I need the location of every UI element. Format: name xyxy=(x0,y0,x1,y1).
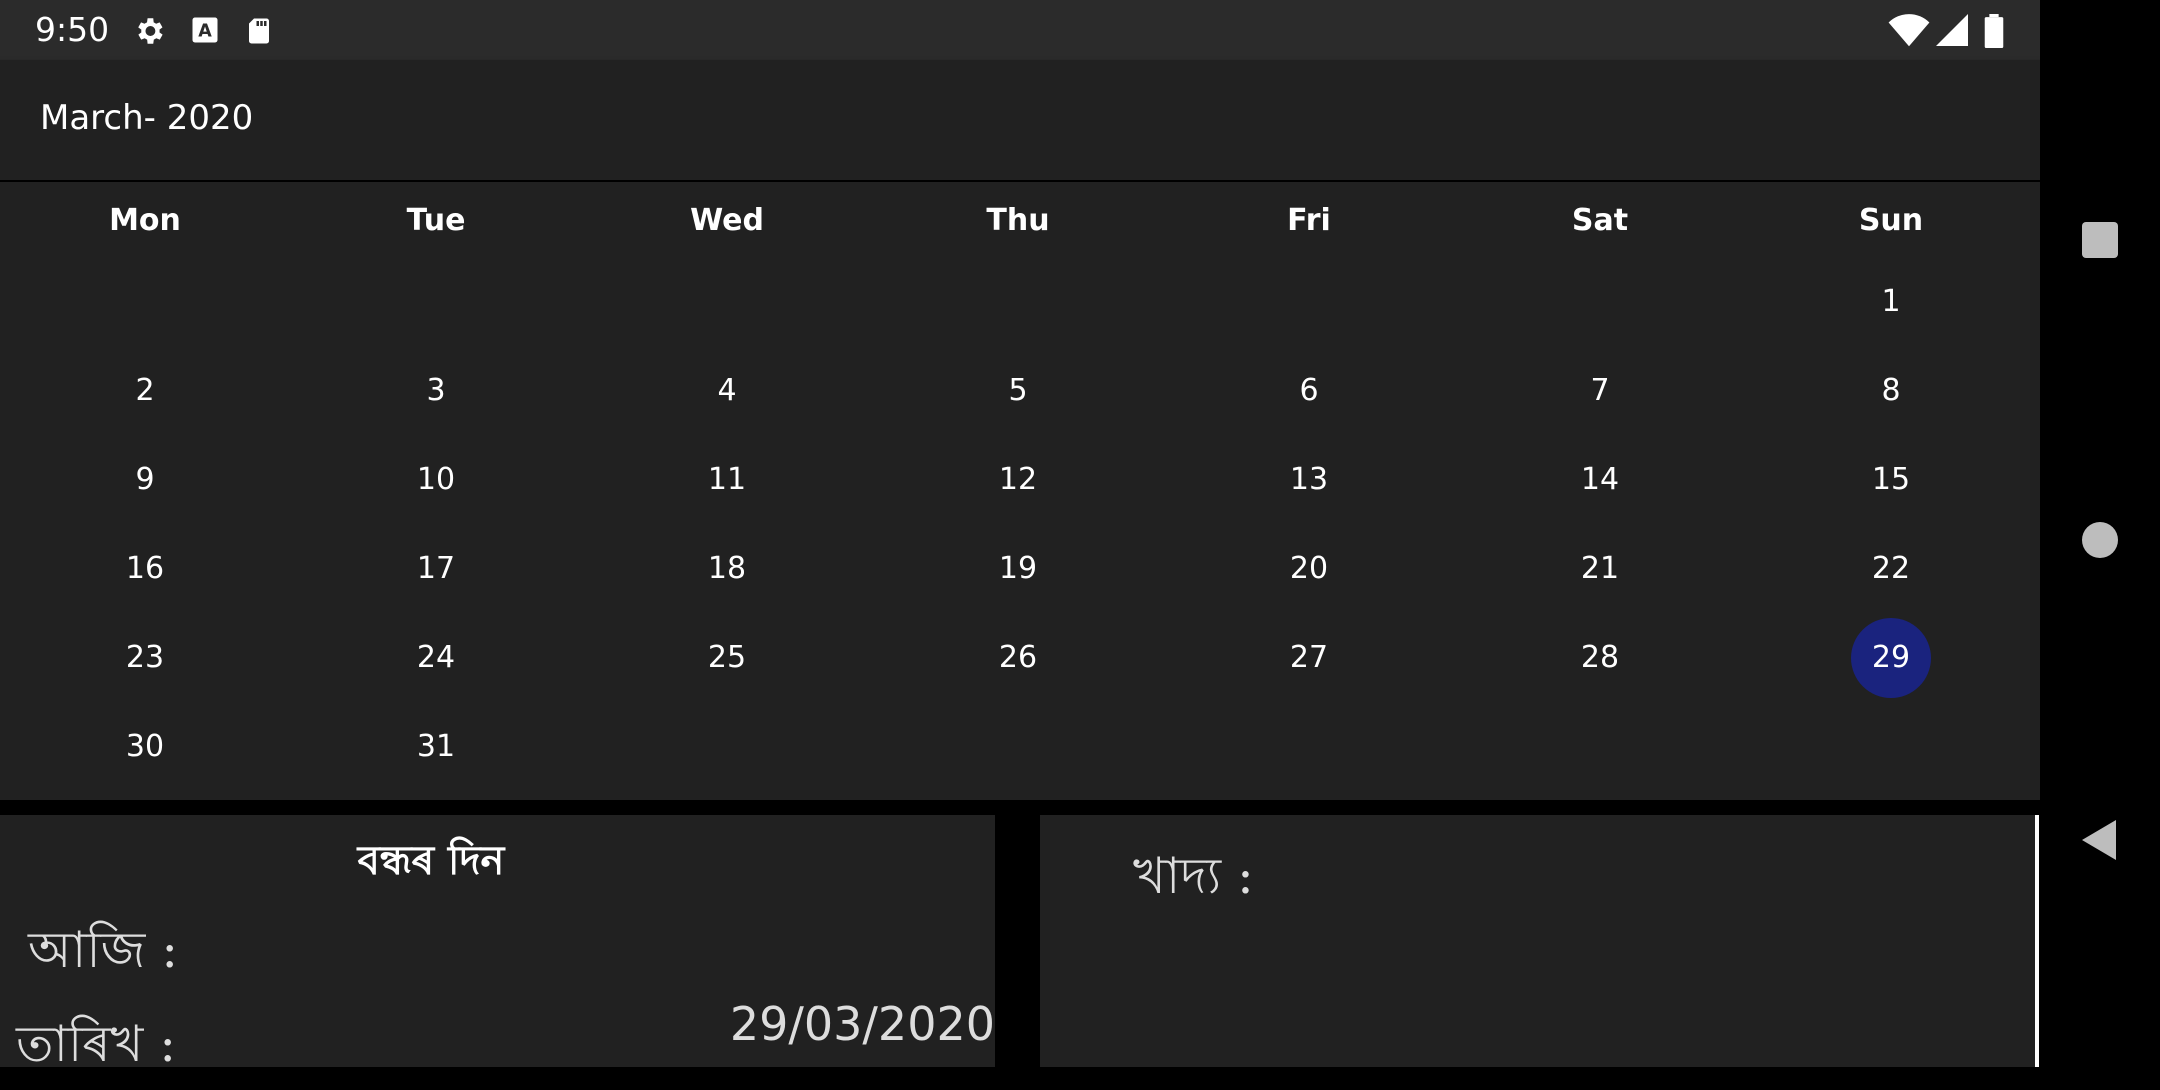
day-cell-15[interactable]: 15 xyxy=(1746,440,2037,520)
holiday-panel-title: বন্ধৰ দিন xyxy=(357,837,505,884)
day-cell-10[interactable]: 10 xyxy=(291,440,582,520)
holiday-panel: বন্ধৰ দিন আজি : তাৰিখ : 29/03/2020 xyxy=(0,815,995,1073)
food-panel: খাদ্য : xyxy=(1040,815,2039,1067)
day-cell-20[interactable]: 20 xyxy=(1164,529,1455,609)
day-cell-21[interactable]: 21 xyxy=(1455,529,1746,609)
day-cell-8[interactable]: 8 xyxy=(1746,351,2037,431)
svg-text:A: A xyxy=(198,21,212,41)
recent-apps-icon[interactable] xyxy=(2040,220,2160,260)
app-toolbar: March- 2020 xyxy=(0,60,2040,180)
date-label: তাৰিখ : xyxy=(16,1015,177,1073)
date-value: 29/03/2020 xyxy=(729,997,995,1051)
day-cell-1[interactable]: 1 xyxy=(1746,262,2037,342)
wifi-icon xyxy=(1888,14,1930,52)
today-label: আজি : xyxy=(28,921,179,979)
weekday-header-mon: Mon xyxy=(109,203,181,238)
day-cell-16[interactable]: 16 xyxy=(0,529,291,609)
day-cell-13[interactable]: 13 xyxy=(1164,440,1455,520)
day-cell-12[interactable]: 12 xyxy=(873,440,1164,520)
weekday-header-fri: Fri xyxy=(1287,203,1331,238)
day-cell-27[interactable]: 27 xyxy=(1164,618,1455,698)
day-cell-24[interactable]: 24 xyxy=(291,618,582,698)
day-cell-28[interactable]: 28 xyxy=(1455,618,1746,698)
day-cell-4[interactable]: 4 xyxy=(582,351,873,431)
home-icon[interactable] xyxy=(2040,520,2160,560)
back-icon[interactable] xyxy=(2040,818,2160,862)
sd-card-icon xyxy=(244,14,274,52)
day-cell-14[interactable]: 14 xyxy=(1455,440,1746,520)
keyboard-a-icon: A xyxy=(190,14,220,50)
day-cell-3[interactable]: 3 xyxy=(291,351,582,431)
day-cell-7[interactable]: 7 xyxy=(1455,351,1746,431)
weekday-header-wed: Wed xyxy=(690,203,764,238)
settings-gear-icon xyxy=(132,14,166,52)
cell-signal-icon xyxy=(1936,14,1968,50)
day-cell-9[interactable]: 9 xyxy=(0,440,291,520)
day-cell-30[interactable]: 30 xyxy=(0,707,291,787)
day-cell-18[interactable]: 18 xyxy=(582,529,873,609)
day-cell-11[interactable]: 11 xyxy=(582,440,873,520)
calendar-view: Mon Tue Wed Thu Fri Sat Sun 1 2 3 4 5 6 7 8 9 10 11 12 13 14… xyxy=(0,182,2040,800)
day-cell-5[interactable]: 5 xyxy=(873,351,1164,431)
day-cell-22[interactable]: 22 xyxy=(1746,529,2037,609)
day-cell-26[interactable]: 26 xyxy=(873,618,1164,698)
day-cell-29[interactable]: 29 xyxy=(1746,618,2037,698)
day-cell-6[interactable]: 6 xyxy=(1164,351,1455,431)
status-time: 9:50 xyxy=(35,10,110,49)
day-cell-19[interactable]: 19 xyxy=(873,529,1164,609)
battery-icon xyxy=(1984,14,2004,52)
day-cell-25[interactable]: 25 xyxy=(582,618,873,698)
day-cell-17[interactable]: 17 xyxy=(291,529,582,609)
weekday-header-sat: Sat xyxy=(1571,203,1629,238)
day-cell-2[interactable]: 2 xyxy=(0,351,291,431)
month-title: March- 2020 xyxy=(40,98,254,138)
weekday-header-tue: Tue xyxy=(406,203,466,238)
day-cell-31[interactable]: 31 xyxy=(291,707,582,787)
food-label: খাদ্য : xyxy=(1133,847,1254,905)
weekday-header-sun: Sun xyxy=(1858,203,1924,238)
navigation-bar xyxy=(2040,0,2160,1080)
status-bar: 9:50 A xyxy=(0,0,2040,60)
day-cell-23[interactable]: 23 xyxy=(0,618,291,698)
weekday-header-thu: Thu xyxy=(986,203,1050,238)
